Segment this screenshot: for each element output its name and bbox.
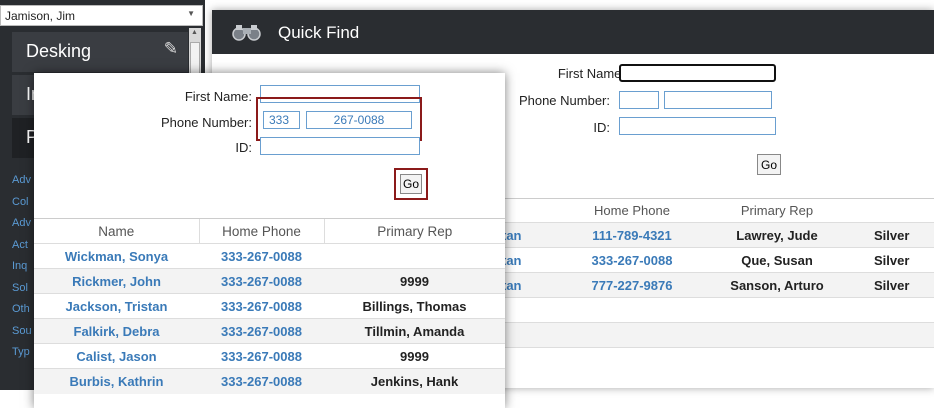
chevron-down-icon: ▼	[187, 9, 195, 18]
first-name-input[interactable]	[619, 64, 776, 82]
window-title: Quick Find	[278, 23, 360, 42]
column-header-home-phone[interactable]: Home Phone	[198, 218, 324, 244]
go-button[interactable]: Go	[400, 174, 422, 194]
table-row[interactable]: Wickman, Sonya 333-267-0088	[34, 243, 505, 269]
phone-cell[interactable]: 333-267-0088	[199, 293, 324, 319]
area-code-input[interactable]	[619, 91, 659, 109]
rep-cell: Tillmin, Amanda	[324, 318, 505, 344]
table-row[interactable]: Rickmer, John 333-267-0088 9999	[34, 268, 505, 294]
extra-cell: Silver	[862, 222, 934, 248]
sidebar-link[interactable]: Sol	[12, 278, 32, 300]
name-cell[interactable]: Calist, Jason	[34, 343, 199, 369]
column-header-primary-rep[interactable]: Primary Rep	[692, 198, 862, 223]
table-row[interactable]: Calist, Jason 333-267-0088 9999	[34, 343, 505, 369]
phone-cell[interactable]: 333-267-0088	[199, 318, 324, 344]
table-header-row: Name Home Phone Primary Rep	[34, 218, 505, 244]
sidebar-links: Adv Col Adv Act Inq Sol Oth Sou Typ	[12, 170, 32, 364]
name-cell[interactable]: Wickman, Sonya	[34, 243, 199, 269]
table-row[interactable]: Jackson, Tristan 333-267-0088 Billings, …	[34, 293, 505, 319]
sidebar-link[interactable]: Adv	[12, 213, 32, 235]
name-cell[interactable]: Burbis, Kathrin	[34, 368, 199, 394]
first-name-label: First Name:	[184, 89, 252, 104]
column-header[interactable]	[862, 198, 934, 223]
phone-cell[interactable]: 777-227-9876	[572, 272, 692, 298]
id-label: ID:	[235, 140, 252, 155]
sidebar-link[interactable]: Act	[12, 235, 32, 257]
sidebar-item-label: Desking	[26, 41, 92, 61]
id-input[interactable]	[619, 117, 776, 135]
column-header-primary-rep[interactable]: Primary Rep	[323, 218, 505, 244]
rep-cell	[324, 243, 505, 269]
phone-number-input[interactable]	[664, 91, 772, 109]
id-input[interactable]	[260, 137, 420, 155]
sidebar-item-desking[interactable]: Desking ✎	[12, 32, 188, 72]
phone-cell[interactable]: 333-267-0088	[199, 368, 324, 394]
rep-cell: 9999	[324, 268, 505, 294]
binoculars-icon	[232, 25, 261, 41]
extra-cell: Silver	[862, 247, 934, 273]
phone-highlight-box	[256, 97, 422, 141]
pencil-icon[interactable]: ✎	[164, 39, 178, 59]
column-header-name[interactable]: Name	[34, 218, 199, 244]
name-cell[interactable]: Rickmer, John	[34, 268, 199, 294]
extra-cell: Silver	[862, 272, 934, 298]
column-header-home-phone[interactable]: Home Phone	[572, 198, 692, 223]
rep-cell: Sanson, Arturo	[692, 272, 862, 298]
sidebar-link[interactable]: Adv	[12, 170, 32, 192]
phone-cell[interactable]: 333-267-0088	[199, 243, 324, 269]
rep-cell: Billings, Thomas	[324, 293, 505, 319]
rep-cell: 9999	[324, 343, 505, 369]
sidebar-link[interactable]: Oth	[12, 299, 32, 321]
sidebar-link[interactable]: Typ	[12, 342, 32, 364]
phone-cell[interactable]: 333-267-0088	[199, 343, 324, 369]
sidebar-link[interactable]: Inq	[12, 256, 32, 278]
rep-cell: Jenkins, Hank	[324, 368, 505, 394]
scroll-up-icon[interactable]: ▲	[191, 29, 198, 36]
table-row[interactable]: Burbis, Kathrin 333-267-0088 Jenkins, Ha…	[34, 368, 505, 394]
user-select-value: Jamison, Jim	[5, 9, 76, 23]
phone-cell[interactable]: 111-789-4321	[572, 222, 692, 248]
go-button[interactable]: Go	[757, 154, 781, 175]
user-select[interactable]: Jamison, Jim ▼	[0, 5, 203, 26]
rep-cell: Lawrey, Jude	[692, 222, 862, 248]
phone-number-label: Phone Number:	[518, 93, 610, 108]
rep-cell: Que, Susan	[692, 247, 862, 273]
first-name-label: First Name:	[557, 66, 625, 81]
id-label: ID:	[593, 120, 610, 135]
phone-cell[interactable]: 333-267-0088	[572, 247, 692, 273]
quick-find-titlebar: Quick Find	[212, 10, 934, 54]
name-cell[interactable]: Falkirk, Debra	[34, 318, 199, 344]
sidebar-link[interactable]: Sou	[12, 321, 32, 343]
sidebar-link[interactable]: Col	[12, 192, 32, 214]
phone-number-label: Phone Number:	[160, 115, 252, 130]
name-cell[interactable]: Jackson, Tristan	[34, 293, 199, 319]
results-table: Name Home Phone Primary Rep Wickman, Son…	[34, 218, 505, 394]
phone-cell[interactable]: 333-267-0088	[199, 268, 324, 294]
table-row[interactable]: Falkirk, Debra 333-267-0088 Tillmin, Ama…	[34, 318, 505, 344]
quick-find-popup: First Name: Phone Number: ID: Go Name Ho…	[34, 73, 505, 408]
